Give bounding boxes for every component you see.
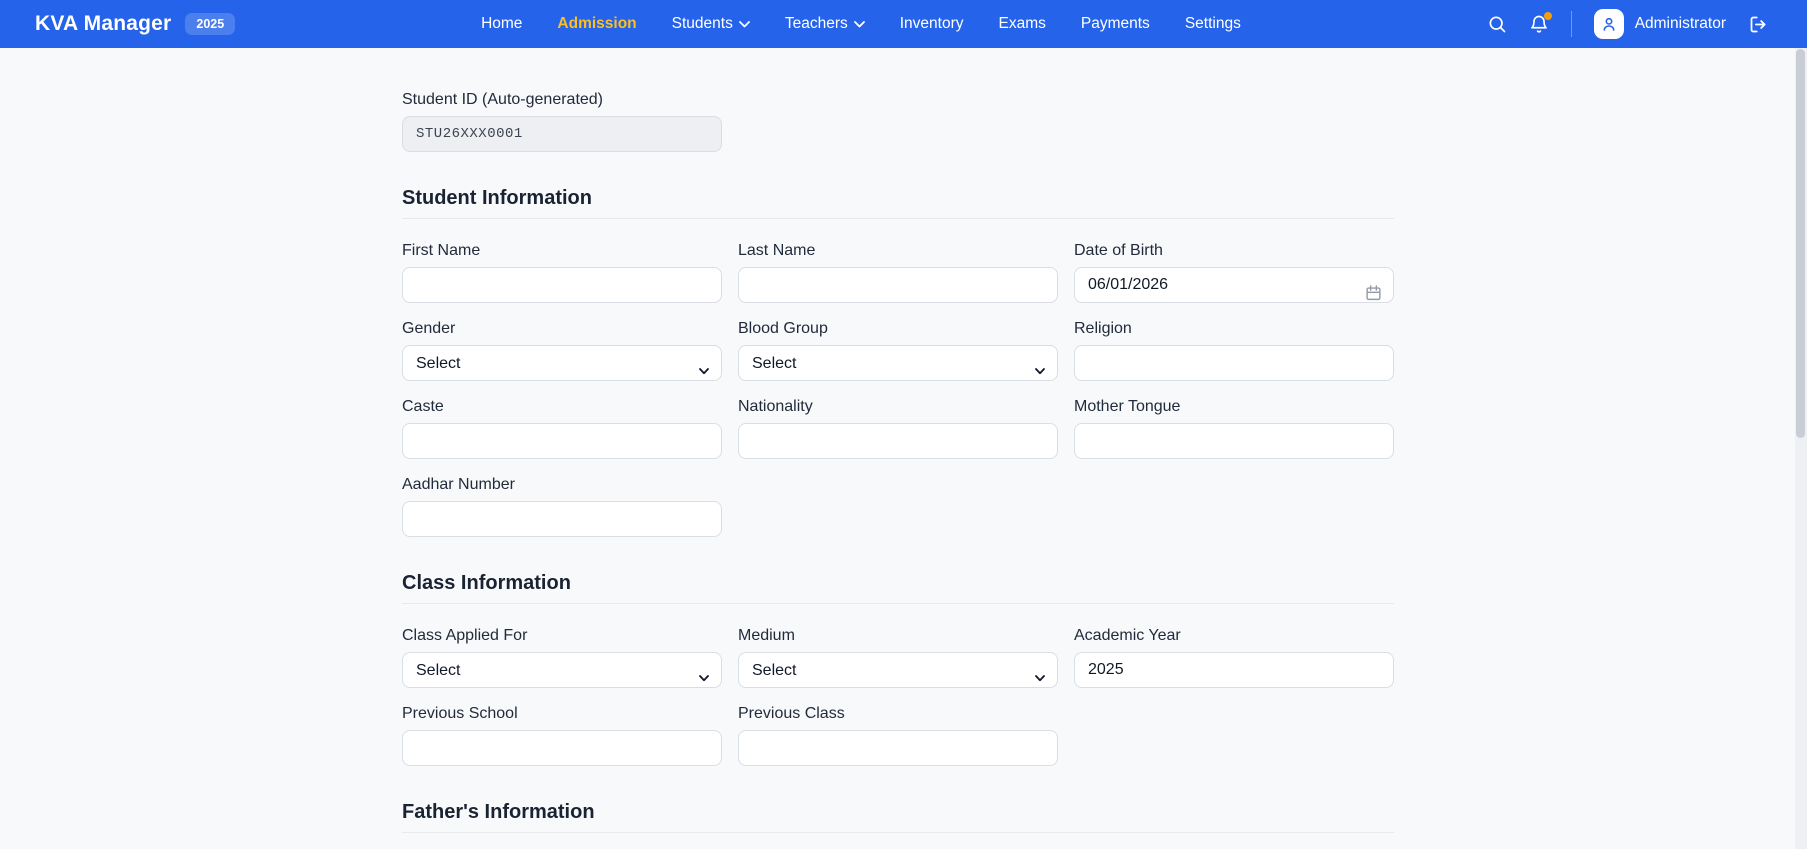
section-title: Student Information — [402, 187, 592, 209]
user-name: Administrator — [1634, 15, 1726, 32]
date-of-birth-field: Date of Birth — [1074, 241, 1394, 303]
nav-item-home[interactable]: Home — [481, 15, 522, 33]
student-id-field: Student ID (Auto-generated) — [402, 90, 722, 152]
first-name-input[interactable] — [402, 267, 722, 303]
medium-label: Medium — [738, 627, 795, 644]
religion-label: Religion — [1074, 320, 1132, 337]
aadhar-number-field: Aadhar Number — [402, 475, 722, 537]
search-button[interactable] — [1487, 14, 1507, 34]
caste-input[interactable] — [402, 423, 722, 459]
year-badge: 2025 — [185, 13, 236, 35]
section-title: Father's Information — [402, 801, 595, 823]
nationality-label: Nationality — [738, 398, 813, 415]
student-id-label: Student ID (Auto-generated) — [402, 91, 604, 108]
blood-group-label: Blood Group — [738, 320, 828, 337]
caste-field: Caste — [402, 397, 722, 459]
previous-school-input[interactable] — [402, 730, 722, 766]
date-of-birth-input[interactable] — [1074, 267, 1394, 303]
nationality-field: Nationality — [738, 397, 1058, 459]
previous-class-label: Previous Class — [738, 705, 845, 722]
user-menu[interactable]: Administrator — [1593, 9, 1726, 39]
previous-class-input[interactable] — [738, 730, 1058, 766]
top-navbar: KVA Manager 2025 Home Admission Students… — [0, 0, 1807, 48]
logout-button[interactable] — [1748, 14, 1769, 35]
date-of-birth-label: Date of Birth — [1074, 242, 1163, 259]
first-name-field: First Name — [402, 241, 722, 303]
chevron-down-icon — [853, 20, 865, 27]
medium-field: Medium Select — [738, 626, 1058, 688]
section-divider — [402, 832, 1394, 833]
main-nav: Home Admission Students Teachers Invento… — [235, 15, 1486, 33]
previous-school-label: Previous School — [402, 705, 518, 722]
class-applied-label: Class Applied For — [402, 627, 528, 644]
aadhar-number-label: Aadhar Number — [402, 476, 515, 493]
section-student-information: Student Information First Name Last Name… — [402, 186, 1394, 537]
nav-item-teachers[interactable]: Teachers — [785, 15, 865, 33]
person-icon — [1603, 17, 1615, 31]
first-name-label: First Name — [402, 242, 481, 259]
section-divider — [402, 218, 1394, 219]
gender-label: Gender — [402, 320, 456, 337]
mother-tongue-label: Mother Tongue — [1074, 398, 1181, 415]
gender-field: Gender Select — [402, 319, 722, 381]
section-class-information: Class Information Class Applied For Sele… — [402, 571, 1394, 766]
nav-item-settings[interactable]: Settings — [1185, 15, 1241, 33]
scrollbar-thumb[interactable] — [1796, 49, 1805, 438]
academic-year-input[interactable] — [1074, 652, 1394, 688]
app-title: KVA Manager — [35, 12, 172, 35]
blood-group-select[interactable]: Select — [738, 345, 1058, 381]
gender-select[interactable]: Select — [402, 345, 722, 381]
search-icon — [1489, 16, 1506, 33]
nav-divider — [1570, 11, 1572, 37]
nav-item-students[interactable]: Students — [672, 15, 750, 33]
medium-select[interactable]: Select — [738, 652, 1058, 688]
last-name-input[interactable] — [738, 267, 1058, 303]
religion-field: Religion — [1074, 319, 1394, 381]
blood-group-field: Blood Group Select — [738, 319, 1058, 381]
avatar — [1593, 9, 1624, 39]
admission-form-page: Student ID (Auto-generated) Student Info… — [0, 48, 1807, 849]
logout-icon — [1750, 16, 1766, 32]
nav-item-students-label: Students — [671, 15, 733, 32]
nav-item-teachers-label: Teachers — [784, 15, 848, 32]
mother-tongue-input[interactable] — [1074, 423, 1394, 459]
section-father-information: Father's Information Father's Name Occup… — [402, 800, 1394, 849]
aadhar-number-input[interactable] — [402, 501, 722, 537]
nav-item-exams[interactable]: Exams — [999, 15, 1046, 33]
student-id-input — [402, 116, 722, 152]
previous-school-field: Previous School — [402, 704, 722, 766]
religion-input[interactable] — [1074, 345, 1394, 381]
caste-label: Caste — [402, 398, 444, 415]
nationality-input[interactable] — [738, 423, 1058, 459]
chevron-down-icon — [738, 20, 750, 27]
notification-dot — [1543, 12, 1552, 20]
nav-item-admission[interactable]: Admission — [557, 15, 636, 33]
last-name-field: Last Name — [738, 241, 1058, 303]
class-applied-field: Class Applied For Select — [402, 626, 722, 688]
section-divider — [402, 603, 1394, 604]
previous-class-field: Previous Class — [738, 704, 1058, 766]
section-title: Class Information — [402, 572, 571, 594]
last-name-label: Last Name — [738, 242, 816, 259]
scrollbar-track[interactable] — [1795, 48, 1807, 849]
notifications-button[interactable] — [1529, 12, 1552, 34]
nav-item-payments[interactable]: Payments — [1081, 15, 1150, 33]
academic-year-label: Academic Year — [1074, 627, 1181, 644]
mother-tongue-field: Mother Tongue — [1074, 397, 1394, 459]
nav-item-inventory[interactable]: Inventory — [900, 15, 964, 33]
class-applied-select[interactable]: Select — [402, 652, 722, 688]
academic-year-field: Academic Year — [1074, 626, 1394, 688]
